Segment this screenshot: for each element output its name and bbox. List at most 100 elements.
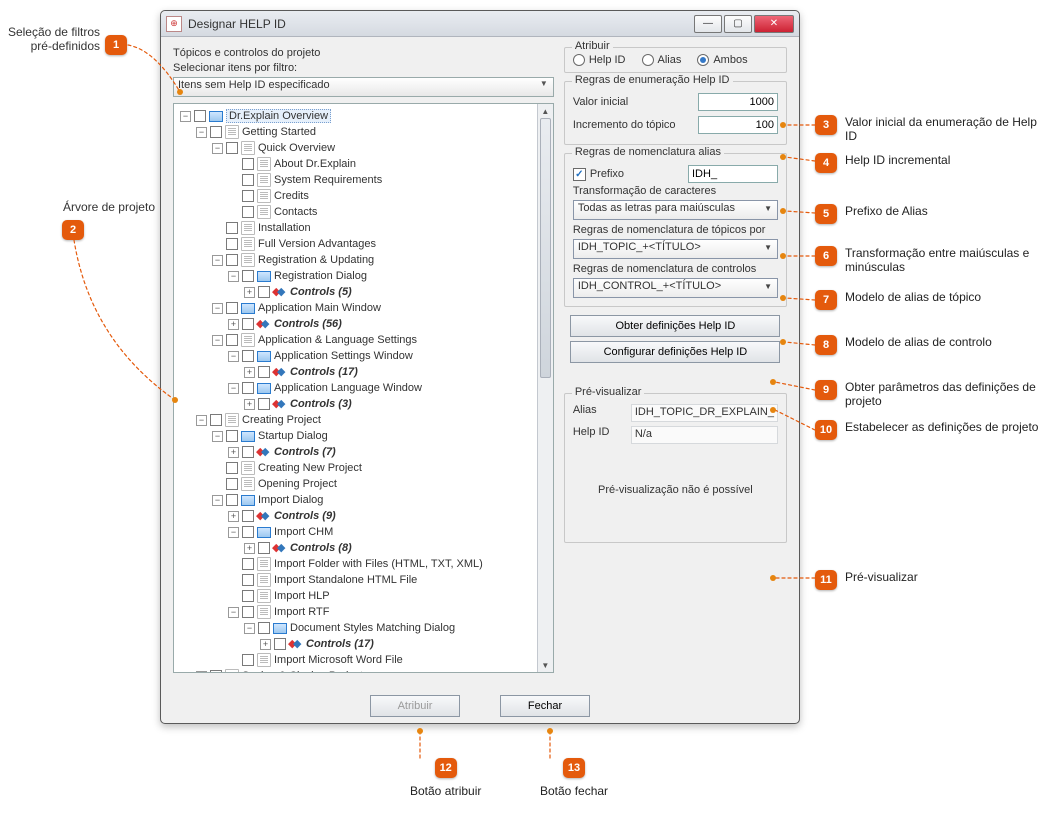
tree-checkbox[interactable]: [242, 510, 254, 522]
tree-checkbox[interactable]: [242, 350, 254, 362]
tree-checkbox[interactable]: [242, 590, 254, 602]
tree-item[interactable]: Import RTF: [274, 606, 329, 618]
prefix-input[interactable]: [688, 165, 778, 183]
tree-checkbox[interactable]: [242, 526, 254, 538]
minimize-button[interactable]: —: [694, 15, 722, 33]
tree-checkbox[interactable]: [226, 478, 238, 490]
tree-checkbox[interactable]: [226, 238, 238, 250]
prefix-checkbox[interactable]: [573, 168, 586, 181]
scroll-down-icon[interactable]: ▼: [538, 658, 553, 672]
tree-checkbox[interactable]: [258, 286, 270, 298]
tree-toggle[interactable]: −: [212, 431, 223, 442]
increment-input[interactable]: [698, 116, 778, 134]
tree-checkbox[interactable]: [226, 142, 238, 154]
tree-item-controls[interactable]: Controls (9): [274, 510, 336, 522]
tree-toggle[interactable]: −: [212, 143, 223, 154]
tree-item-controls[interactable]: Controls (17): [306, 638, 374, 650]
tree-checkbox[interactable]: [194, 110, 206, 122]
tree-checkbox[interactable]: [242, 446, 254, 458]
tree-toggle[interactable]: +: [228, 319, 239, 330]
tree-checkbox[interactable]: [226, 254, 238, 266]
tree-item-controls[interactable]: Controls (8): [290, 542, 352, 554]
tree-checkbox[interactable]: [274, 638, 286, 650]
tree-toggle[interactable]: −: [228, 607, 239, 618]
tree-checkbox[interactable]: [226, 222, 238, 234]
tree-toggle[interactable]: −: [228, 527, 239, 538]
tree-item[interactable]: Import HLP: [274, 590, 330, 602]
tree-checkbox[interactable]: [242, 206, 254, 218]
tree-toggle[interactable]: −: [196, 127, 207, 138]
assign-button[interactable]: Atribuir: [370, 695, 460, 717]
tree-toggle[interactable]: +: [244, 543, 255, 554]
tree-checkbox[interactable]: [258, 366, 270, 378]
tree-checkbox[interactable]: [226, 302, 238, 314]
filter-select[interactable]: Itens sem Help ID especificado: [173, 77, 554, 97]
tree-item[interactable]: Startup Dialog: [258, 430, 328, 442]
tree-scrollbar[interactable]: ▲ ▼: [537, 104, 553, 672]
tree-item[interactable]: Document Styles Matching Dialog: [290, 622, 455, 634]
project-tree[interactable]: ▲ ▼ −Dr.Explain Overview −Getting Starte…: [173, 103, 554, 673]
tree-item[interactable]: System Requirements: [274, 174, 382, 186]
control-alias-select[interactable]: IDH_CONTROL_+<TÍTULO>: [573, 278, 778, 298]
start-value-input[interactable]: [698, 93, 778, 111]
tree-item[interactable]: Application Language Window: [274, 382, 422, 394]
tree-checkbox[interactable]: [210, 414, 222, 426]
transform-select[interactable]: Todas as letras para maiúsculas: [573, 200, 778, 220]
tree-toggle[interactable]: −: [244, 623, 255, 634]
tree-item[interactable]: Import Standalone HTML File: [274, 574, 417, 586]
tree-item[interactable]: Application Settings Window: [274, 350, 413, 362]
tree-item[interactable]: About Dr.Explain: [274, 158, 356, 170]
tree-toggle[interactable]: −: [212, 495, 223, 506]
tree-item[interactable]: Contacts: [274, 206, 317, 218]
tree-item[interactable]: Getting Started: [242, 126, 316, 138]
tree-item[interactable]: Registration & Updating: [258, 254, 374, 266]
maximize-button[interactable]: ▢: [724, 15, 752, 33]
tree-item-controls[interactable]: Controls (56): [274, 318, 342, 330]
tree-toggle[interactable]: +: [260, 639, 271, 650]
tree-toggle[interactable]: +: [228, 511, 239, 522]
tree-toggle[interactable]: −: [212, 335, 223, 346]
tree-item[interactable]: Full Version Advantages: [258, 238, 376, 250]
tree-item[interactable]: Creating Project: [242, 414, 321, 426]
radio-helpid[interactable]: Help ID: [573, 54, 626, 66]
scroll-thumb[interactable]: [540, 118, 551, 378]
tree-item[interactable]: Import Microsoft Word File: [274, 654, 403, 666]
tree-toggle[interactable]: −: [228, 351, 239, 362]
close-window-button[interactable]: ✕: [754, 15, 794, 33]
tree-checkbox[interactable]: [210, 126, 222, 138]
tree-item-controls[interactable]: Controls (7): [274, 446, 336, 458]
radio-both[interactable]: Ambos: [697, 54, 747, 66]
tree-item[interactable]: Import CHM: [274, 526, 333, 538]
tree-item[interactable]: Credits: [274, 190, 309, 202]
tree-item[interactable]: Opening Project: [258, 478, 337, 490]
tree-item[interactable]: Registration Dialog: [274, 270, 367, 282]
tree-toggle[interactable]: −: [212, 303, 223, 314]
tree-checkbox[interactable]: [242, 574, 254, 586]
radio-alias[interactable]: Alias: [642, 54, 682, 66]
tree-item-controls[interactable]: Controls (3): [290, 398, 352, 410]
tree-item[interactable]: Application Main Window: [258, 302, 381, 314]
tree-toggle[interactable]: −: [180, 111, 191, 122]
tree-item-controls[interactable]: Controls (17): [290, 366, 358, 378]
scroll-up-icon[interactable]: ▲: [538, 104, 553, 118]
tree-item[interactable]: Installation: [258, 222, 311, 234]
tree-item[interactable]: Quick Overview: [258, 142, 335, 154]
tree-checkbox[interactable]: [242, 318, 254, 330]
tree-checkbox[interactable]: [226, 494, 238, 506]
tree-checkbox[interactable]: [242, 270, 254, 282]
tree-checkbox[interactable]: [226, 462, 238, 474]
tree-item[interactable]: Import Folder with Files (HTML, TXT, XML…: [274, 558, 483, 570]
tree-checkbox[interactable]: [258, 398, 270, 410]
tree-item[interactable]: Application & Language Settings: [258, 334, 417, 346]
tree-checkbox[interactable]: [258, 622, 270, 634]
tree-toggle[interactable]: +: [244, 367, 255, 378]
tree-item[interactable]: Creating New Project: [258, 462, 362, 474]
tree-toggle[interactable]: +: [196, 671, 207, 673]
tree-item[interactable]: Saving & Closing Project: [242, 670, 363, 673]
tree-checkbox[interactable]: [242, 158, 254, 170]
tree-item-controls[interactable]: Controls (5): [290, 286, 352, 298]
tree-checkbox[interactable]: [226, 334, 238, 346]
tree-toggle[interactable]: −: [228, 271, 239, 282]
tree-checkbox[interactable]: [242, 606, 254, 618]
tree-checkbox[interactable]: [242, 654, 254, 666]
